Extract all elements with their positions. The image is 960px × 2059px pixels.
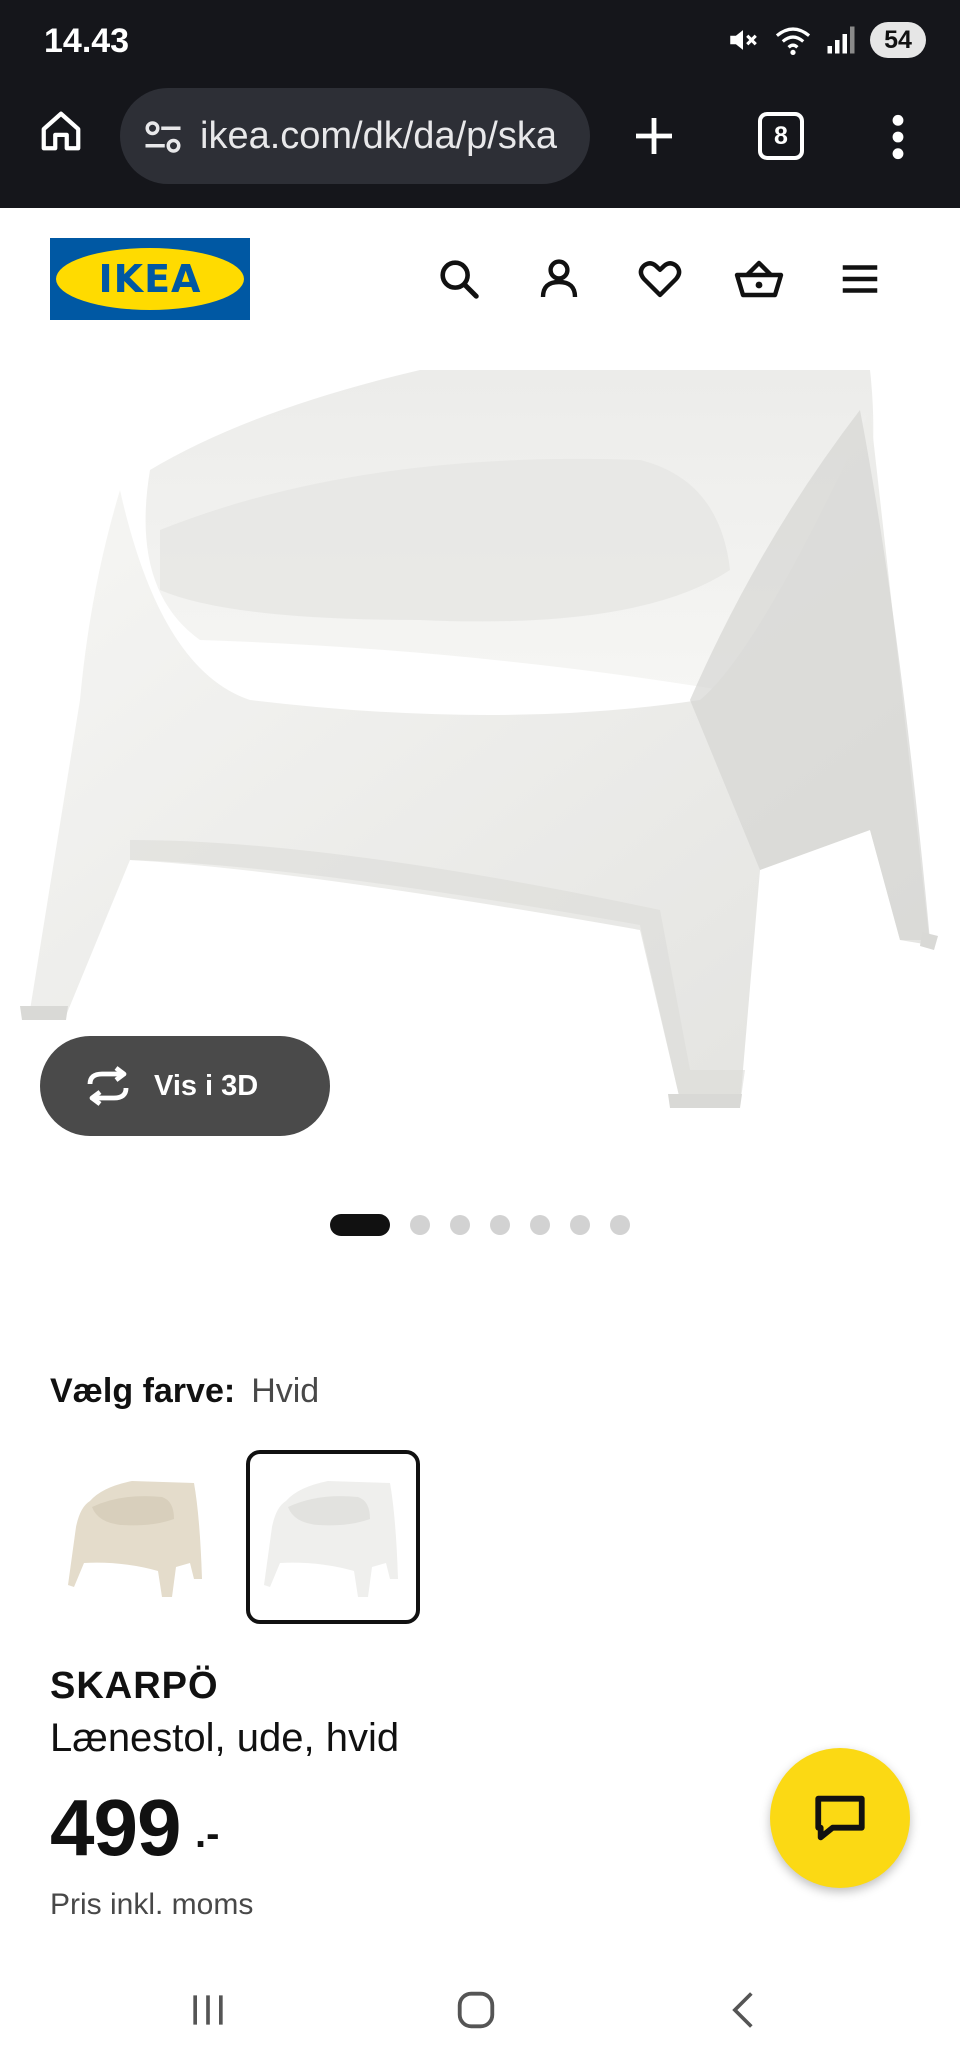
menu-icon: [842, 265, 878, 293]
gallery-dot[interactable]: [530, 1215, 550, 1235]
logo-oval: IKEA: [56, 248, 244, 310]
color-label: Vælg farve:: [50, 1372, 236, 1410]
new-tab-icon[interactable]: [630, 112, 678, 160]
home-nav-icon: [457, 1991, 495, 2029]
price-note: Pris inkl. moms: [50, 1888, 254, 1921]
back-button[interactable]: [714, 1980, 774, 2040]
favourites-button[interactable]: [633, 252, 687, 306]
armchair-thumbnail-beige: [68, 1481, 202, 1597]
armchair-image: [20, 370, 938, 1108]
address-bar[interactable]: ikea.com/dk/da/p/ska: [120, 88, 590, 184]
search-button[interactable]: [432, 252, 486, 306]
account-icon: [540, 259, 578, 298]
home-icon: [41, 111, 81, 151]
heart-icon: [638, 261, 682, 298]
armchair-thumbnail-white: [264, 1481, 398, 1597]
site-settings-icon[interactable]: [142, 116, 184, 158]
menu-button[interactable]: [833, 252, 887, 306]
product-price: 499: [50, 1783, 181, 1872]
tabs-icon[interactable]: 8: [758, 112, 804, 160]
status-icons: 54: [726, 18, 926, 62]
gallery-dot[interactable]: [490, 1215, 510, 1235]
android-nav-bar: [0, 1960, 960, 2059]
chat-icon: [815, 1795, 865, 1841]
recents-button[interactable]: [178, 1980, 238, 2040]
gallery-dot[interactable]: [570, 1215, 590, 1235]
price-suffix: .-: [195, 1812, 220, 1856]
color-value: Hvid: [251, 1372, 320, 1410]
color-swatch-white[interactable]: [246, 1450, 420, 1624]
gallery-pagination: [330, 1214, 630, 1236]
account-button[interactable]: [532, 252, 586, 306]
product-description: Lænestol, ude, hvid: [50, 1716, 400, 1760]
color-selector-label: Vælg farve: Hvid: [50, 1372, 319, 1411]
signal-icon: [827, 26, 855, 54]
gallery-dot[interactable]: [330, 1214, 390, 1236]
home-nav-button[interactable]: [446, 1980, 506, 2040]
browser-chrome: 14.43 54 ikea.com/dk/da/p/ska 8: [0, 0, 960, 208]
mute-icon: [730, 30, 757, 50]
gallery-dot[interactable]: [610, 1215, 630, 1235]
basket-button[interactable]: [732, 252, 786, 306]
color-swatch-beige[interactable]: [50, 1450, 224, 1624]
rotate-3d-icon: [87, 1066, 129, 1106]
search-icon: [440, 260, 479, 299]
chat-button[interactable]: [770, 1748, 910, 1888]
more-icon[interactable]: [886, 112, 910, 162]
basket-icon: [734, 260, 784, 298]
gallery-dot[interactable]: [450, 1215, 470, 1235]
back-icon: [732, 1992, 753, 2028]
recents-icon: [193, 1995, 223, 2025]
product-name: SKARPÖ: [50, 1665, 219, 1707]
battery-icon: 54: [870, 22, 926, 58]
logo-text: IKEA: [98, 257, 202, 301]
product-image[interactable]: [0, 370, 960, 1140]
ikea-logo[interactable]: IKEA: [50, 238, 250, 320]
view-3d-button[interactable]: Vis i 3D: [40, 1036, 330, 1136]
view-3d-label: Vis i 3D: [154, 1069, 259, 1102]
wifi-icon: [775, 27, 811, 56]
home-button[interactable]: [34, 104, 88, 158]
status-time: 14.43: [44, 22, 130, 60]
url-text[interactable]: ikea.com/dk/da/p/ska: [200, 115, 557, 158]
gallery-dot[interactable]: [410, 1215, 430, 1235]
